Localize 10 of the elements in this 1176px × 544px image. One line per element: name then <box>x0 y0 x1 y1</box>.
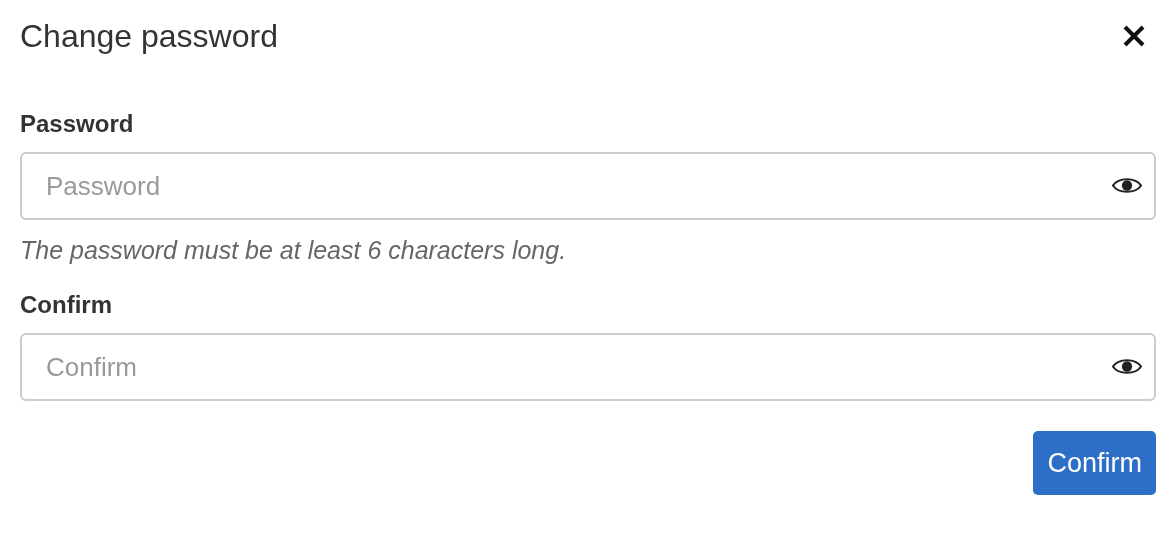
eye-icon[interactable] <box>1112 176 1142 195</box>
close-icon[interactable] <box>1122 24 1146 48</box>
password-field[interactable]: Password <box>20 152 1156 220</box>
field-label: Confirm <box>20 291 113 319</box>
confirm-button[interactable]: Confirm <box>1033 431 1156 495</box>
eye-icon[interactable] <box>1112 357 1142 376</box>
dialog-title: Change password <box>20 17 278 55</box>
field-label: Password <box>20 110 135 138</box>
password-field[interactable]: Confirm <box>20 333 1156 401</box>
field-hint: The password must be at least 6 characters long. <box>20 236 568 265</box>
